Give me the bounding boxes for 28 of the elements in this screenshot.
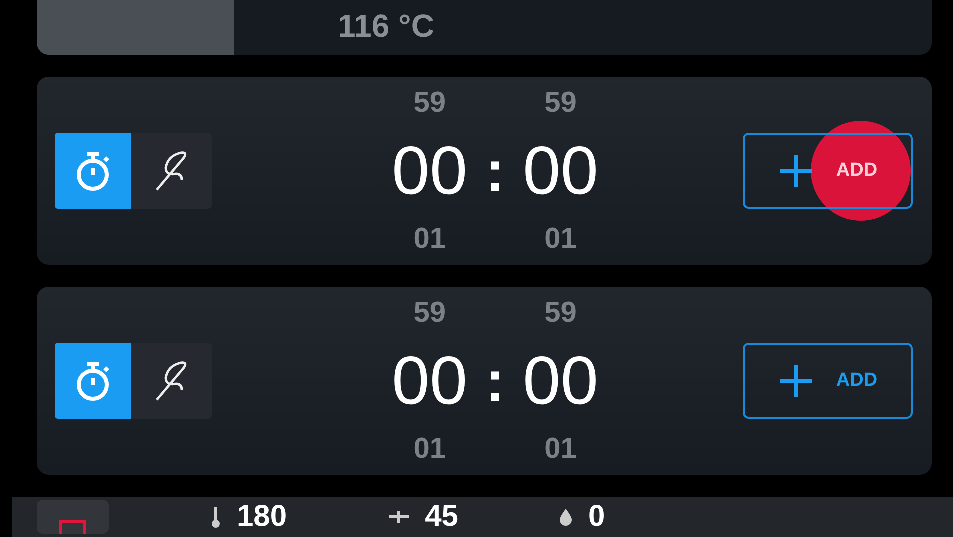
add-button[interactable]: ADD bbox=[743, 343, 913, 419]
status-value: 45 bbox=[425, 500, 458, 534]
status-value: 180 bbox=[237, 500, 288, 534]
plus-icon bbox=[778, 363, 814, 399]
add-button[interactable]: ADD bbox=[743, 133, 913, 209]
next-value: 01 bbox=[544, 222, 577, 257]
status-value: 0 bbox=[588, 500, 606, 534]
time-value[interactable]: 00 bbox=[392, 123, 468, 219]
drop-icon bbox=[558, 507, 574, 527]
probe-icon bbox=[154, 360, 190, 402]
thermometer-icon bbox=[209, 505, 223, 529]
previous-value: 59 bbox=[414, 296, 446, 331]
time-separator: : bbox=[486, 138, 505, 204]
previous-value: 59 bbox=[544, 296, 577, 331]
next-value: 01 bbox=[544, 432, 577, 467]
time-value[interactable]: 00 bbox=[522, 123, 599, 219]
probe-mode-button[interactable] bbox=[131, 343, 212, 419]
time-value[interactable]: 00 bbox=[522, 333, 599, 429]
plus-icon bbox=[778, 153, 814, 189]
previous-value: 59 bbox=[544, 86, 577, 121]
next-value: 01 bbox=[414, 222, 446, 257]
temperature-label: 116 °C bbox=[338, 8, 434, 45]
time-separator: : bbox=[486, 348, 505, 414]
probe-icon bbox=[154, 150, 190, 192]
probe-mode-button[interactable] bbox=[131, 133, 212, 209]
previous-value: 59 bbox=[414, 86, 446, 121]
next-value: 01 bbox=[414, 432, 446, 467]
time-value[interactable]: 00 bbox=[392, 333, 468, 429]
